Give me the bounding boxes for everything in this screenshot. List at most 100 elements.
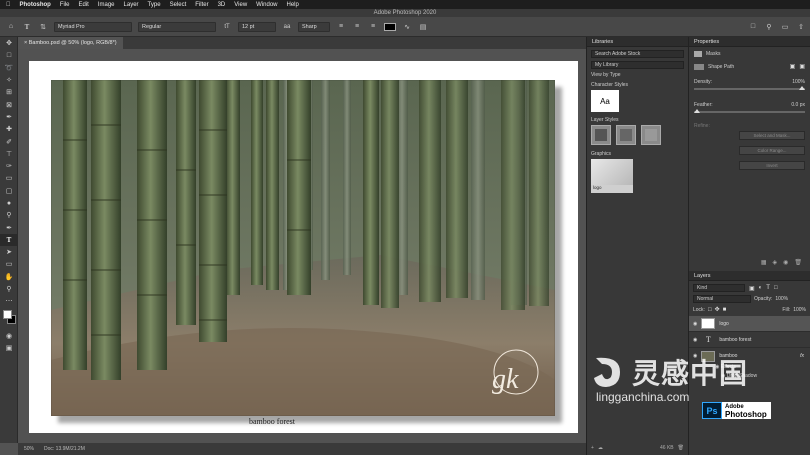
eye-icon[interactable]: ◉ [693, 337, 697, 343]
character-style-item[interactable]: Aa [591, 90, 619, 112]
shape-tool-icon[interactable]: ▭ [0, 258, 18, 270]
load-selection-icon[interactable]: ▦ [761, 259, 767, 266]
document-canvas[interactable]: gk bamboo forest [29, 61, 578, 433]
menu-view[interactable]: View [234, 2, 247, 8]
libraries-title[interactable]: Libraries [587, 37, 688, 47]
delete-mask-icon[interactable]: 🗑 [794, 259, 802, 266]
pen-tool-icon[interactable]: ✒ [0, 221, 18, 233]
filter-pixel-icon[interactable]: ▣ [749, 285, 755, 292]
character-panel-icon[interactable]: ▤ [418, 22, 428, 31]
logo-signature[interactable]: gk [474, 346, 554, 408]
type-tool-icon[interactable]: T [0, 233, 18, 247]
filter-adjustment-icon[interactable]: ◐ [759, 285, 763, 291]
history-brush-tool-icon[interactable]: ✑ [0, 160, 18, 172]
add-content-icon[interactable]: + [591, 445, 594, 451]
graphics-heading[interactable]: Graphics [591, 151, 684, 157]
move-tool-icon[interactable]: ✥ [0, 37, 18, 49]
caption-text[interactable]: bamboo forest [249, 417, 295, 426]
color-range-button[interactable]: Color Range... [739, 146, 805, 155]
character-styles-heading[interactable]: Character Styles [591, 82, 684, 88]
density-slider-handle[interactable] [799, 86, 805, 90]
lasso-tool-icon[interactable]: ➰ [0, 62, 18, 74]
menu-edit[interactable]: Edit [79, 2, 89, 8]
lock-all-icon[interactable]: ■ [723, 307, 727, 313]
filter-shape-icon[interactable]: □ [774, 285, 778, 291]
density-value[interactable]: 100% [792, 79, 805, 85]
font-size-select[interactable]: 12 pt [238, 21, 276, 32]
menu-window[interactable]: Window [256, 2, 277, 8]
layer-name[interactable]: logo [719, 321, 728, 327]
type-tool-preset-icon[interactable]: T [22, 22, 32, 31]
canvas-area[interactable]: gk bamboo forest [18, 49, 586, 443]
feather-slider[interactable] [694, 109, 805, 113]
healing-tool-icon[interactable]: ✚ [0, 123, 18, 135]
menu-filter[interactable]: Filter [195, 2, 208, 8]
3d-icon[interactable]: □ [748, 22, 758, 31]
properties-title[interactable]: Properties [689, 37, 810, 47]
dodge-tool-icon[interactable]: ⚲ [0, 209, 18, 221]
screen-mode-icon[interactable]: ▣ [0, 342, 18, 354]
feather-value[interactable]: 0.0 px [791, 102, 805, 108]
library-select[interactable]: My Library [591, 61, 684, 69]
library-search-input[interactable]: Search Adobe Stock [591, 50, 684, 58]
align-right-icon[interactable]: ≡ [368, 22, 378, 31]
menu-help[interactable]: Help [287, 2, 299, 8]
lock-pixels-icon[interactable]: □ [708, 307, 712, 313]
quick-mask-icon[interactable]: ◉ [0, 330, 18, 342]
close-icon[interactable]: × [24, 40, 27, 46]
menu-layer[interactable]: Layer [124, 2, 139, 8]
foreground-color[interactable] [3, 309, 12, 319]
cloud-icon[interactable]: ☁ [598, 445, 603, 451]
align-center-icon[interactable]: ≡ [352, 22, 362, 31]
more-tools-icon[interactable]: ⋯ [0, 295, 18, 307]
trash-icon[interactable]: 🗑 [678, 445, 684, 451]
zoom-tool-icon[interactable]: ⚲ [0, 283, 18, 295]
blur-tool-icon[interactable]: ● [0, 197, 18, 209]
zoom-level[interactable]: 50% [24, 446, 34, 452]
select-and-mask-button[interactable]: Select and Mask... [739, 131, 805, 140]
menu-select[interactable]: Select [170, 2, 187, 8]
apply-mask-icon[interactable]: ◈ [773, 259, 778, 266]
color-swatches[interactable] [0, 308, 17, 330]
view-by-select[interactable]: View by Type [591, 72, 684, 78]
graphic-item-logo[interactable]: logo [591, 159, 633, 193]
home-icon[interactable]: ⌂ [6, 22, 16, 31]
workspace-icon[interactable]: ▭ [780, 22, 790, 31]
lock-position-icon[interactable]: ✥ [715, 306, 720, 313]
layer-style-3[interactable] [641, 125, 661, 145]
invert-button[interactable]: Invert [739, 161, 805, 170]
visibility-icon[interactable]: ◉ [783, 259, 788, 266]
add-vector-mask-icon[interactable]: ▣ [799, 63, 805, 70]
font-family-select[interactable]: Myriad Pro [54, 21, 132, 32]
menu-file[interactable]: File [60, 2, 70, 8]
layer-name[interactable]: bamboo forest [719, 337, 751, 343]
crop-tool-icon[interactable]: ⊞ [0, 86, 18, 98]
hand-tool-icon[interactable]: ✋ [0, 271, 18, 283]
gradient-tool-icon[interactable]: ▢ [0, 185, 18, 197]
clone-stamp-tool-icon[interactable]: ⊤ [0, 148, 18, 160]
layer-row-bamboo-forest[interactable]: ◉ T bamboo forest [689, 332, 810, 348]
menu-3d[interactable]: 3D [218, 2, 226, 8]
filter-type-icon[interactable]: T [766, 285, 770, 291]
frame-tool-icon[interactable]: ⊠ [0, 98, 18, 110]
align-left-icon[interactable]: ≡ [336, 22, 346, 31]
doc-info[interactable]: Doc: 13.9M/21.2M [44, 446, 85, 452]
menu-image[interactable]: Image [98, 2, 115, 8]
density-slider[interactable] [694, 86, 805, 90]
warp-text-icon[interactable]: ∿ [402, 22, 412, 31]
layer-filter-select[interactable]: Kind [693, 284, 745, 292]
blend-mode-select[interactable]: Normal [693, 295, 751, 303]
fill-value[interactable]: 100% [793, 307, 806, 313]
text-orientation-icon[interactable]: ⇅ [38, 22, 48, 31]
opacity-value[interactable]: 100% [775, 296, 788, 302]
antialias-select[interactable]: Sharp [298, 21, 330, 32]
search-icon[interactable]: ⚲ [764, 22, 774, 31]
feather-slider-handle[interactable] [694, 109, 700, 113]
brush-tool-icon[interactable]: ✐ [0, 135, 18, 147]
path-select-tool-icon[interactable]: ➤ [0, 246, 18, 258]
layers-title[interactable]: Layers [689, 271, 810, 281]
menu-type[interactable]: Type [148, 2, 161, 8]
marquee-tool-icon[interactable]: □ [0, 49, 18, 61]
font-style-select[interactable]: Regular [138, 21, 216, 32]
menu-photoshop[interactable]: Photoshop [20, 2, 51, 8]
